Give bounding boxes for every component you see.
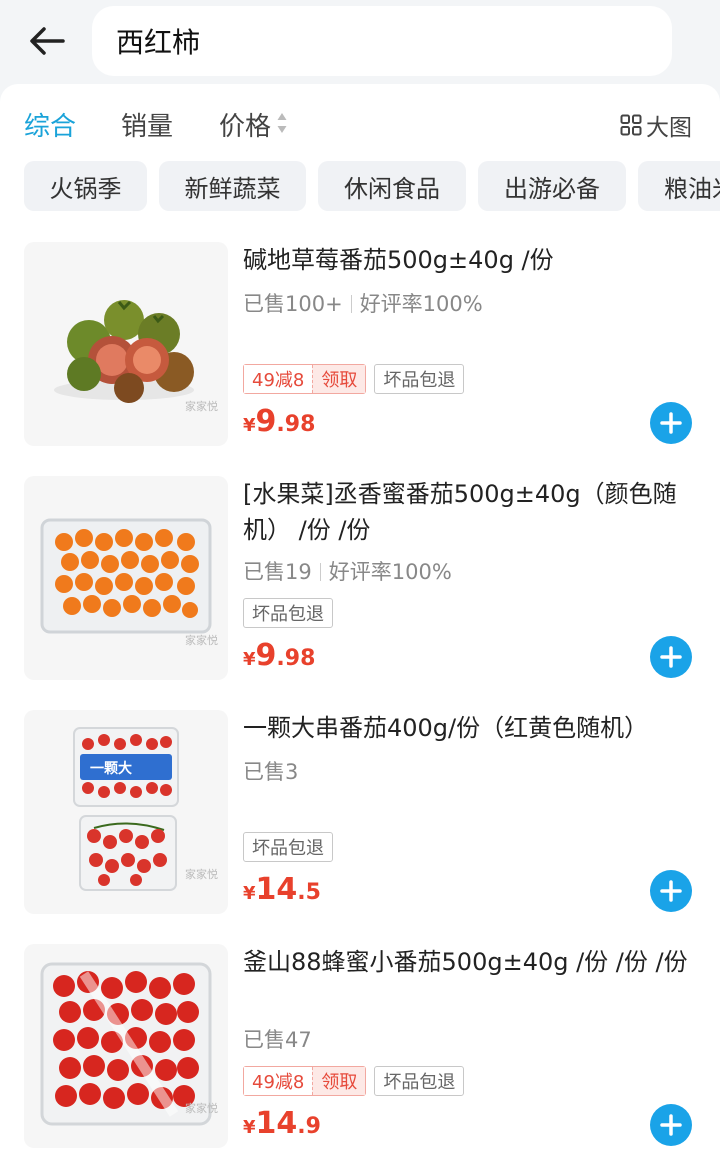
price-integer: 9	[255, 404, 277, 439]
search-input[interactable]: 西红柿	[92, 6, 672, 76]
coupon-claim[interactable]: 领取	[312, 365, 366, 393]
product-tags: 坏品包退	[243, 598, 341, 628]
coupon-tag[interactable]: 49减8 领取	[243, 1066, 367, 1096]
product-sales-info: 已售19 好评率100%	[243, 556, 452, 586]
coupon-claim[interactable]: 领取	[312, 1067, 366, 1095]
grid-icon	[620, 114, 642, 136]
price-currency: ¥	[243, 649, 256, 670]
product-image[interactable]: 家家悦	[24, 242, 228, 446]
price-currency: ¥	[243, 415, 256, 436]
price-currency: ¥	[243, 883, 256, 904]
sold-count: 已售3	[243, 760, 299, 784]
back-arrow-icon	[30, 27, 65, 55]
category-chips: 火锅季 新鲜蔬菜 休闲食品 出游必备 粮油米面	[0, 160, 720, 226]
chip-outing[interactable]: 出游必备	[478, 161, 626, 211]
product-price: ¥14.5	[243, 872, 321, 907]
return-guarantee-tag: 坏品包退	[374, 364, 465, 394]
price-decimal: .5	[297, 880, 321, 905]
coupon-discount: 49减8	[244, 1067, 313, 1095]
big-image-label: 大图	[646, 115, 692, 141]
plus-icon	[660, 1114, 682, 1136]
product-list: 家家悦 碱地草莓番茄500g±40g /份 已售100+ 好评率100% 49减8…	[0, 226, 720, 1152]
price-integer: 14	[255, 1106, 298, 1141]
add-to-cart-button[interactable]	[650, 1104, 692, 1146]
chip-hotpot[interactable]: 火锅季	[24, 161, 147, 211]
return-guarantee-tag: 坏品包退	[243, 598, 333, 628]
red-cherry-tomato-box-image	[40, 962, 212, 1126]
chip-grain-oil[interactable]: 粮油米面	[638, 161, 720, 211]
rating: 好评率100%	[328, 560, 452, 584]
price-decimal: .98	[276, 412, 316, 437]
coupon-tag[interactable]: 49减8 领取	[243, 364, 367, 394]
image-watermark: 家家悦	[185, 868, 218, 881]
plus-icon	[660, 412, 682, 434]
top-bar: 西红柿	[0, 0, 720, 84]
chip-fresh-vegetables[interactable]: 新鲜蔬菜	[159, 161, 306, 211]
product-sales-info: 已售47	[243, 1024, 312, 1054]
sort-tab-comprehensive[interactable]: 综合	[24, 106, 76, 143]
sort-bar: 综合 销量 价格 大图	[0, 84, 720, 160]
product-title[interactable]: 釜山88蜂蜜小番茄500g±40g /份 /份 /份	[243, 944, 693, 980]
orange-cherry-tomato-box-image	[40, 518, 212, 634]
product-image[interactable]: 家家悦	[24, 944, 228, 1148]
sold-count: 已售19	[243, 560, 312, 584]
return-guarantee-tag: 坏品包退	[374, 1066, 465, 1096]
tomato-cluster-image	[54, 300, 194, 403]
product-card[interactable]: 家家悦 釜山88蜂蜜小番茄500g±40g /份 /份 /份 已售47 49减8…	[0, 928, 720, 1152]
search-query: 西红柿	[116, 26, 201, 59]
chip-snacks[interactable]: 休闲食品	[318, 161, 466, 211]
return-guarantee-tag: 坏品包退	[243, 832, 333, 862]
image-watermark: 家家悦	[185, 400, 218, 413]
product-image[interactable]: 一颗大 家家悦	[24, 710, 228, 914]
product-image[interactable]: 家家悦	[24, 476, 228, 680]
product-card[interactable]: 家家悦 碱地草莓番茄500g±40g /份 已售100+ 好评率100% 49减8…	[0, 226, 720, 460]
product-tags: 49减8 领取 坏品包退	[243, 1066, 472, 1096]
price-decimal: .98	[276, 646, 316, 671]
price-integer: 9	[255, 638, 277, 673]
sold-count: 已售47	[243, 1028, 312, 1052]
product-sales-info: 已售100+ 好评率100%	[243, 288, 483, 318]
price-currency: ¥	[243, 1117, 256, 1138]
rating: 好评率100%	[359, 292, 483, 316]
vine-tomato-boxes-image: 一颗大	[73, 727, 179, 891]
product-price: ¥9.98	[243, 638, 315, 673]
product-price: ¥14.9	[243, 1106, 321, 1141]
plus-icon	[660, 880, 682, 902]
price-integer: 14	[255, 872, 298, 907]
add-to-cart-button[interactable]	[650, 402, 692, 444]
product-tags: 坏品包退	[243, 832, 341, 862]
big-image-view-toggle[interactable]: 大图	[620, 108, 692, 142]
back-button[interactable]	[22, 20, 72, 62]
product-price: ¥9.98	[243, 404, 315, 439]
product-tags: 49减8 领取 坏品包退	[243, 364, 472, 394]
add-to-cart-button[interactable]	[650, 636, 692, 678]
product-sales-info: 已售3	[243, 756, 298, 786]
sort-tab-price[interactable]: 价格	[219, 106, 271, 143]
product-title[interactable]: 碱地草莓番茄500g±40g /份	[243, 242, 693, 278]
package-label-text: 一颗大	[90, 760, 132, 777]
price-decimal: .9	[297, 1114, 321, 1139]
product-title[interactable]: 一颗大串番茄400g/份（红黄色随机）	[243, 710, 693, 746]
sold-count: 已售100+	[243, 292, 343, 316]
product-card[interactable]: 家家悦 [水果菜]丞香蜜番茄500g±40g（颜色随机） /份 /份 已售19 好…	[0, 460, 720, 694]
product-card[interactable]: 一颗大 家家悦 一颗大串番茄400g/份（红黄色随机） 已售3 坏品包退 ¥14…	[0, 694, 720, 928]
image-watermark: 家家悦	[185, 1102, 218, 1115]
product-title[interactable]: [水果菜]丞香蜜番茄500g±40g（颜色随机） /份 /份	[243, 476, 693, 548]
price-sort-arrows-icon[interactable]	[276, 110, 288, 136]
add-to-cart-button[interactable]	[650, 870, 692, 912]
sort-tab-sales[interactable]: 销量	[121, 106, 173, 143]
image-watermark: 家家悦	[185, 634, 218, 647]
coupon-discount: 49减8	[244, 365, 313, 393]
plus-icon	[660, 646, 682, 668]
